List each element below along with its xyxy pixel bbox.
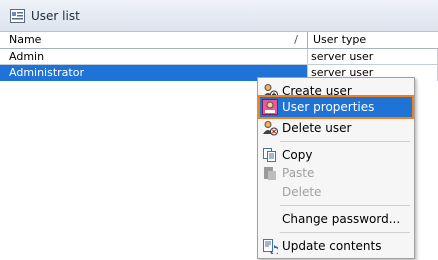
menu-item-label: Update contents	[282, 239, 382, 253]
cell-user-type: server user	[308, 49, 438, 65]
menu-item-label: Change password...	[282, 212, 401, 226]
column-header-user-type[interactable]: User type	[308, 32, 438, 48]
refresh-icon	[263, 239, 278, 254]
cell-name: Admin	[0, 49, 308, 65]
cell-name-text: Admin	[9, 50, 45, 63]
menu-separator	[280, 205, 410, 206]
context-menu: Create user User properties Delete user …	[257, 77, 415, 259]
menu-item-label: Copy	[282, 148, 313, 162]
window-title: User list	[31, 9, 80, 23]
delete-user-icon	[263, 121, 278, 136]
menu-separator	[280, 141, 410, 142]
column-header-name-label: Name	[9, 33, 42, 46]
table-header: Name / User type	[0, 32, 438, 49]
user-properties-icon	[262, 99, 278, 115]
table-row[interactable]: Admin server user	[0, 49, 438, 65]
menu-item-label: Delete	[282, 185, 322, 199]
copy-icon	[263, 148, 276, 162]
menu-item-user-properties[interactable]: User properties	[258, 95, 414, 119]
title-bar: User list	[0, 0, 438, 32]
menu-item-change-password[interactable]: Change password...	[260, 209, 412, 229]
column-header-user-type-label: User type	[313, 33, 367, 46]
cell-name-text: Administrator	[9, 66, 84, 79]
menu-item-label: User properties	[282, 100, 375, 114]
paste-icon	[264, 167, 276, 180]
menu-item-copy[interactable]: Copy	[260, 145, 412, 165]
menu-item-update-contents[interactable]: Update contents	[260, 236, 412, 256]
cell-user-type-text: server user	[311, 50, 374, 63]
menu-item-label: Create user	[282, 84, 352, 98]
menu-separator	[280, 232, 410, 233]
user-list-icon	[10, 9, 25, 23]
menu-item-paste[interactable]: Paste	[260, 163, 412, 183]
menu-item-label: Delete user	[282, 121, 352, 135]
menu-item-delete-user[interactable]: Delete user	[260, 118, 412, 138]
sort-indicator-icon: /	[294, 33, 298, 46]
menu-item-label: Paste	[282, 166, 315, 180]
menu-item-delete[interactable]: Delete	[260, 182, 412, 202]
column-header-name[interactable]: Name /	[0, 32, 308, 48]
